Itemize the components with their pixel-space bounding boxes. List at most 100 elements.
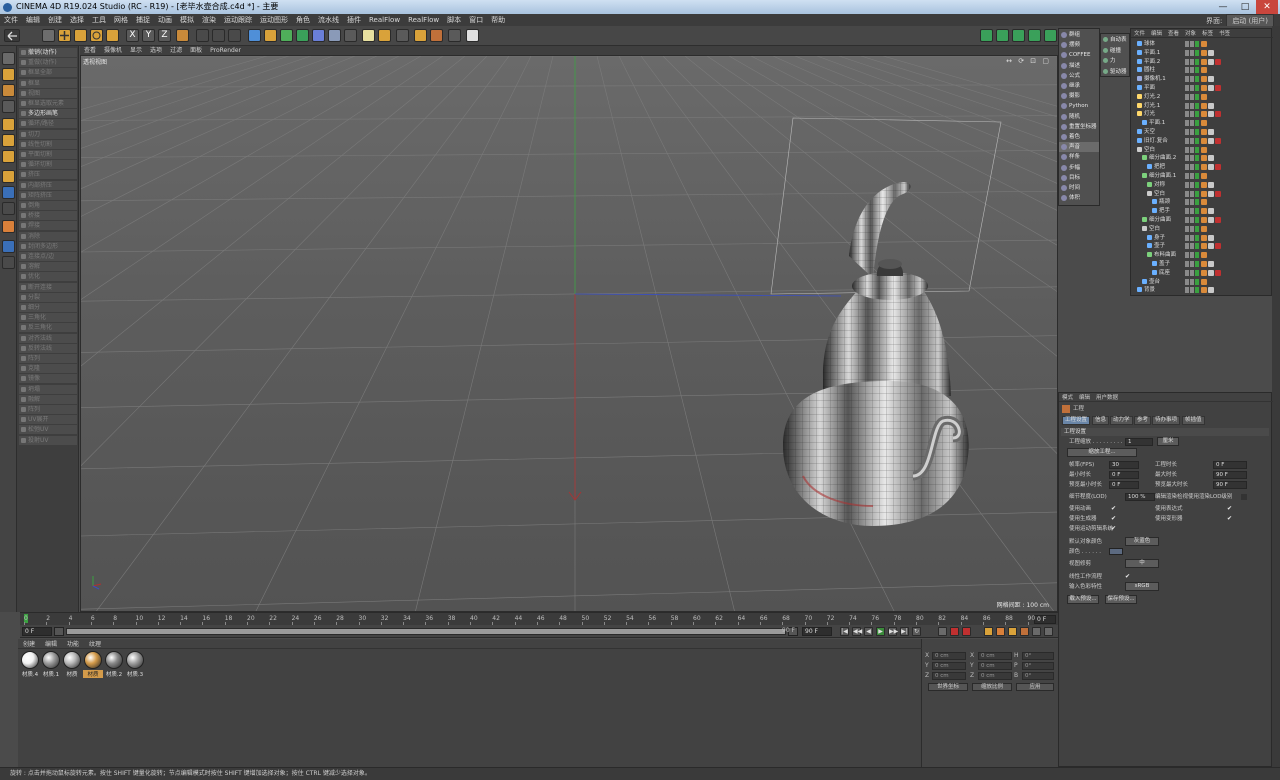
visibility-flags-icon[interactable] <box>1185 190 1201 197</box>
material-tag-icon[interactable] <box>1208 58 1214 65</box>
visibility-dot-icon[interactable] <box>1185 41 1189 47</box>
visibility-dot-icon[interactable] <box>1195 243 1199 250</box>
preview-min-field[interactable]: 0 F <box>1109 481 1139 489</box>
visibility-dot-icon[interactable] <box>1185 164 1189 171</box>
size-field[interactable]: 0 cm <box>978 672 1012 680</box>
command-item[interactable]: 连接点/边 <box>19 252 77 261</box>
material-tag-icon[interactable] <box>1215 58 1221 65</box>
maximize-button[interactable]: □ <box>1234 0 1256 14</box>
brush-icon[interactable] <box>430 29 443 42</box>
visibility-dot-icon[interactable] <box>1190 217 1194 223</box>
visibility-dot-icon[interactable] <box>1190 146 1194 153</box>
material-tag-icon[interactable] <box>1201 58 1207 65</box>
object-row[interactable]: 壶子 <box>1131 242 1273 250</box>
menu-item[interactable]: 窗口 <box>465 14 487 26</box>
object-name[interactable]: 细分曲面.1 <box>1149 172 1176 180</box>
rotate-icon[interactable] <box>90 29 103 42</box>
object-row[interactable]: 摄像机.1 <box>1131 75 1273 83</box>
material-tag-icon[interactable] <box>1215 217 1221 223</box>
object-row[interactable]: 空白 <box>1131 190 1273 198</box>
object-name[interactable]: 布料曲面 <box>1154 251 1176 259</box>
object-name[interactable]: 身子 <box>1154 234 1165 242</box>
object-name[interactable]: 灯光 <box>1144 110 1155 118</box>
render-lod-checkbox[interactable] <box>1241 494 1247 500</box>
menu-item[interactable]: 动画 <box>154 14 176 26</box>
object-row[interactable]: 布料曲面 <box>1131 251 1273 259</box>
material-tag-icon[interactable] <box>1201 155 1207 162</box>
visibility-dot-icon[interactable] <box>1195 155 1199 162</box>
object-row[interactable]: 圆柱 <box>1131 66 1273 74</box>
command-item[interactable]: 循环/路径 <box>19 119 77 129</box>
visibility-flags-icon[interactable] <box>1185 58 1201 65</box>
menu-item[interactable]: 选择 <box>66 14 88 26</box>
visibility-flags-icon[interactable] <box>1185 225 1201 232</box>
command-item[interactable]: 阵列 <box>19 354 77 363</box>
visibility-dot-icon[interactable] <box>1185 243 1189 250</box>
visibility-dot-icon[interactable] <box>1195 76 1199 83</box>
object-name[interactable]: 细分曲面 <box>1149 216 1171 224</box>
timeline-ruler[interactable]: 0 F 0 2 4 6 8 10 12 14 16 18 20 22 24 26 28 30 32 34 36 38 4… <box>20 612 1058 625</box>
record-keys-icon[interactable] <box>938 627 947 636</box>
visibility-flags-icon[interactable] <box>1185 146 1201 153</box>
mode-edges-icon[interactable] <box>996 29 1009 42</box>
attribute-tab[interactable]: 动力学 <box>1110 416 1133 425</box>
object-row[interactable]: 平面.1 <box>1131 119 1273 127</box>
command-item[interactable]: 框显选取元素 <box>19 99 77 108</box>
visibility-dot-icon[interactable] <box>1185 58 1189 65</box>
object-name[interactable]: 空白 <box>1149 225 1160 233</box>
visibility-dot-icon[interactable] <box>1185 199 1189 206</box>
menu-item[interactable]: 网格 <box>110 14 132 26</box>
context-menu-item[interactable]: 摆频 <box>1059 40 1099 50</box>
visibility-flags-icon[interactable] <box>1185 41 1201 47</box>
material-tag-icon[interactable] <box>1215 243 1221 250</box>
visibility-dot-icon[interactable] <box>1185 85 1189 91</box>
command-item[interactable]: 撤销(动作) <box>19 48 77 57</box>
key-position-icon[interactable] <box>984 627 993 636</box>
visibility-flags-icon[interactable] <box>1185 111 1201 118</box>
visibility-dot-icon[interactable] <box>1190 181 1194 188</box>
visibility-dot-icon[interactable] <box>1185 217 1189 223</box>
visibility-dot-icon[interactable] <box>1195 181 1199 188</box>
object-name[interactable]: 平面.2 <box>1144 58 1160 66</box>
command-item[interactable]: 消除 <box>19 231 77 241</box>
material-tag-icon[interactable] <box>1208 234 1214 241</box>
material-tag-icon[interactable] <box>1201 208 1207 215</box>
context-menu-item[interactable]: 描述 <box>1059 61 1099 71</box>
linear-workflow-checkbox[interactable]: ✔ <box>1125 574 1131 580</box>
visibility-dot-icon[interactable] <box>1190 243 1194 250</box>
visibility-dot-icon[interactable] <box>1185 76 1189 83</box>
material-tag-icon[interactable] <box>1201 190 1207 197</box>
material-menu-item[interactable]: 纹理 <box>84 640 106 650</box>
menu-item[interactable]: RealFlow <box>365 14 404 26</box>
viewport-menu-item[interactable]: 查看 <box>80 46 100 55</box>
menu-item[interactable]: 捕捉 <box>132 14 154 26</box>
material-tag-icon[interactable] <box>1201 199 1207 206</box>
min-time-field[interactable]: 0 F <box>1109 471 1139 479</box>
object-name[interactable]: 底座 <box>1159 269 1170 277</box>
sculpt-icon[interactable] <box>414 29 427 42</box>
visibility-dot-icon[interactable] <box>1185 190 1189 197</box>
material-tag-icon[interactable] <box>1215 85 1221 91</box>
command-item[interactable]: 分裂 <box>19 292 77 302</box>
command-item[interactable]: 松弛UV <box>19 425 77 435</box>
object-row[interactable]: 细分曲面.2 <box>1131 154 1273 162</box>
attribute-tab[interactable]: 参考 <box>1134 416 1152 425</box>
visibility-dot-icon[interactable] <box>1190 252 1194 259</box>
object-row[interactable]: 空白 <box>1131 146 1273 154</box>
visibility-dot-icon[interactable] <box>1195 164 1199 171</box>
camera-icon[interactable] <box>344 29 357 42</box>
visibility-dot-icon[interactable] <box>1195 225 1199 232</box>
material-tag-icon[interactable] <box>1215 190 1221 197</box>
command-item[interactable]: 溶解 <box>19 262 77 272</box>
context-menu-item[interactable]: 继承 <box>1059 81 1099 91</box>
menu-item[interactable]: 帮助 <box>487 14 509 26</box>
object-row[interactable]: 灯光 <box>1131 110 1273 118</box>
project-scale-field[interactable]: 1 <box>1125 438 1153 446</box>
object-row[interactable]: 盖子 <box>1131 260 1273 268</box>
size-field[interactable]: 0 cm <box>978 652 1012 660</box>
material-tag-icon[interactable] <box>1201 243 1207 250</box>
make-editable-icon[interactable] <box>2 52 15 65</box>
visibility-flags-icon[interactable] <box>1185 67 1201 74</box>
preview-max-field[interactable]: 90 F <box>1213 481 1247 489</box>
command-item[interactable]: 矩阵挤压 <box>19 190 77 200</box>
